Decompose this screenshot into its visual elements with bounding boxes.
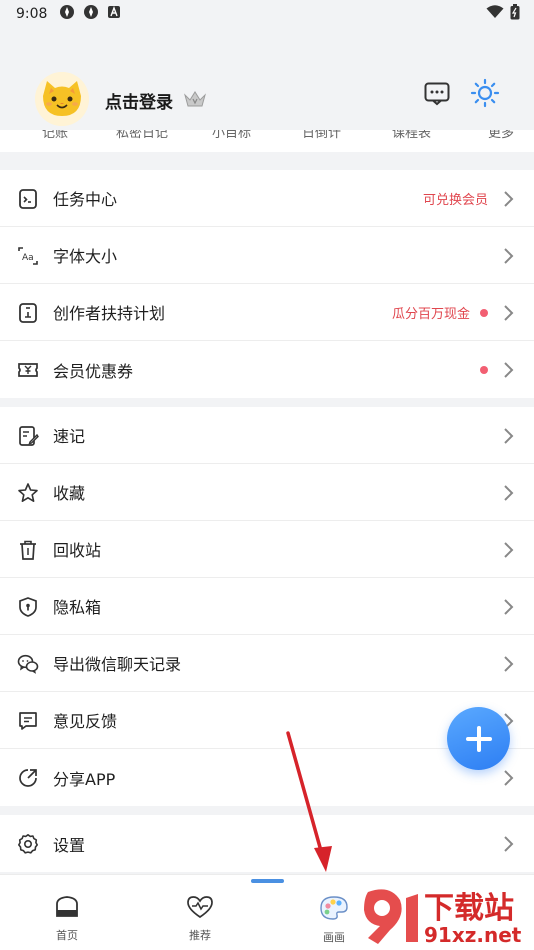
menu-item-label: 回收站 bbox=[53, 541, 102, 560]
tab-label: 首页 bbox=[56, 929, 78, 942]
message-icon[interactable] bbox=[424, 82, 450, 110]
trash-icon bbox=[17, 539, 39, 561]
menu-item-export-wechat[interactable]: 导出微信聊天记录 bbox=[0, 635, 534, 692]
menu-item-label: 导出微信聊天记录 bbox=[53, 655, 182, 674]
floating-add-button[interactable] bbox=[447, 707, 510, 770]
tab-label: 画画 bbox=[323, 931, 345, 944]
wifi-icon bbox=[486, 5, 504, 23]
crown-icon bbox=[183, 89, 207, 113]
chevron-right-icon bbox=[502, 598, 514, 620]
status-time: 9:08 bbox=[16, 6, 48, 22]
menu-item-label: 字体大小 bbox=[53, 247, 118, 266]
menu-item-task-center[interactable]: 任务中心 可兑换会员 bbox=[0, 170, 534, 227]
login-link[interactable]: 点击登录 bbox=[105, 88, 173, 113]
quick-note-icon bbox=[17, 425, 39, 447]
menu-item-quick-note[interactable]: 速记 bbox=[0, 407, 534, 464]
chevron-right-icon bbox=[502, 655, 514, 677]
menu-item-tag: 瓜分百万现金 bbox=[391, 306, 470, 322]
tab-home[interactable]: 首页 bbox=[37, 895, 97, 943]
menu-item-font-size[interactable]: Aa 字体大小 bbox=[0, 227, 534, 284]
font-size-icon: Aa bbox=[17, 245, 39, 267]
creator-icon bbox=[17, 302, 39, 324]
palette-icon bbox=[319, 896, 349, 925]
theme-sun-icon[interactable] bbox=[470, 78, 500, 112]
app-notification-icon bbox=[83, 4, 99, 24]
shortcut-label[interactable]: 私密日记 bbox=[116, 130, 168, 141]
menu-item-label: 任务中心 bbox=[53, 190, 118, 209]
status-bar: 9:08 bbox=[0, 0, 534, 28]
wechat-icon bbox=[17, 653, 39, 675]
menu-item-label: 创作者扶持计划 bbox=[53, 304, 166, 323]
shield-icon bbox=[17, 596, 39, 618]
menu-item-label: 收藏 bbox=[53, 484, 86, 503]
red-dot-badge bbox=[480, 366, 488, 374]
shortcut-label[interactable]: 小目标 bbox=[212, 130, 251, 141]
battery-icon bbox=[510, 4, 520, 24]
svg-text:91xz.net: 91xz.net bbox=[424, 923, 522, 947]
gear-icon bbox=[17, 833, 39, 855]
chevron-right-icon bbox=[502, 484, 514, 506]
chevron-right-icon bbox=[502, 427, 514, 449]
chevron-right-icon bbox=[502, 247, 514, 269]
red-dot-badge bbox=[480, 309, 488, 317]
plus-icon bbox=[465, 725, 492, 752]
home-icon bbox=[54, 896, 80, 923]
chevron-right-icon bbox=[502, 361, 514, 383]
watermark-logo: 下载站 91xz.net bbox=[360, 886, 530, 948]
menu-item-favorites[interactable]: 收藏 bbox=[0, 464, 534, 521]
shortcut-label[interactable]: 课程表 bbox=[392, 130, 431, 141]
menu-item-label: 分享APP bbox=[53, 769, 116, 789]
heart-icon bbox=[186, 896, 214, 923]
profile-header: 点击登录 bbox=[0, 60, 534, 140]
menu-group-services: 任务中心 可兑换会员 Aa 字体大小 创作者扶持计划 瓜分百万现金 会员优惠券 bbox=[0, 170, 534, 398]
avatar[interactable] bbox=[35, 72, 89, 126]
font-notification-icon bbox=[107, 5, 121, 23]
menu-item-creator-plan[interactable]: 创作者扶持计划 瓜分百万现金 bbox=[0, 284, 534, 341]
menu-item-label: 速记 bbox=[53, 427, 86, 446]
menu-item-label: 意见反馈 bbox=[53, 712, 118, 731]
menu-item-private-box[interactable]: 隐私箱 bbox=[0, 578, 534, 635]
star-icon bbox=[17, 482, 39, 504]
menu-item-recycle-bin[interactable]: 回收站 bbox=[0, 521, 534, 578]
share-icon bbox=[17, 767, 39, 789]
shortcut-label[interactable]: 更多 bbox=[488, 130, 514, 141]
tab-indicator bbox=[251, 879, 284, 883]
tab-recommend[interactable]: 推荐 bbox=[170, 895, 230, 943]
menu-item-label: 隐私箱 bbox=[53, 598, 102, 617]
chevron-right-icon bbox=[502, 541, 514, 563]
chevron-right-icon bbox=[502, 304, 514, 326]
shortcut-strip: 记账 私密日记 小目标 日倒计 课程表 更多 bbox=[0, 130, 534, 152]
menu-item-label: 设置 bbox=[53, 835, 86, 855]
chevron-right-icon bbox=[502, 835, 514, 857]
shortcut-label[interactable]: 日倒计 bbox=[302, 130, 341, 141]
tab-label: 推荐 bbox=[189, 929, 211, 942]
svg-text:下载站: 下载站 bbox=[424, 891, 514, 926]
menu-group-settings: 设置 bbox=[0, 815, 534, 872]
menu-item-tag: 可兑换会员 bbox=[422, 192, 488, 208]
menu-item-vip-coupon[interactable]: 会员优惠券 bbox=[0, 341, 534, 398]
feedback-icon bbox=[17, 710, 39, 732]
tab-draw[interactable]: 画画 bbox=[304, 895, 364, 945]
svg-text:Aa: Aa bbox=[22, 253, 34, 263]
task-icon bbox=[17, 188, 39, 210]
menu-item-settings[interactable]: 设置 bbox=[0, 815, 534, 872]
coupon-icon bbox=[17, 359, 39, 381]
chevron-right-icon bbox=[502, 769, 514, 791]
shortcut-label[interactable]: 记账 bbox=[42, 130, 68, 141]
chevron-right-icon bbox=[502, 190, 514, 212]
app-notification-icon bbox=[59, 4, 75, 24]
menu-item-label: 会员优惠券 bbox=[53, 361, 134, 381]
